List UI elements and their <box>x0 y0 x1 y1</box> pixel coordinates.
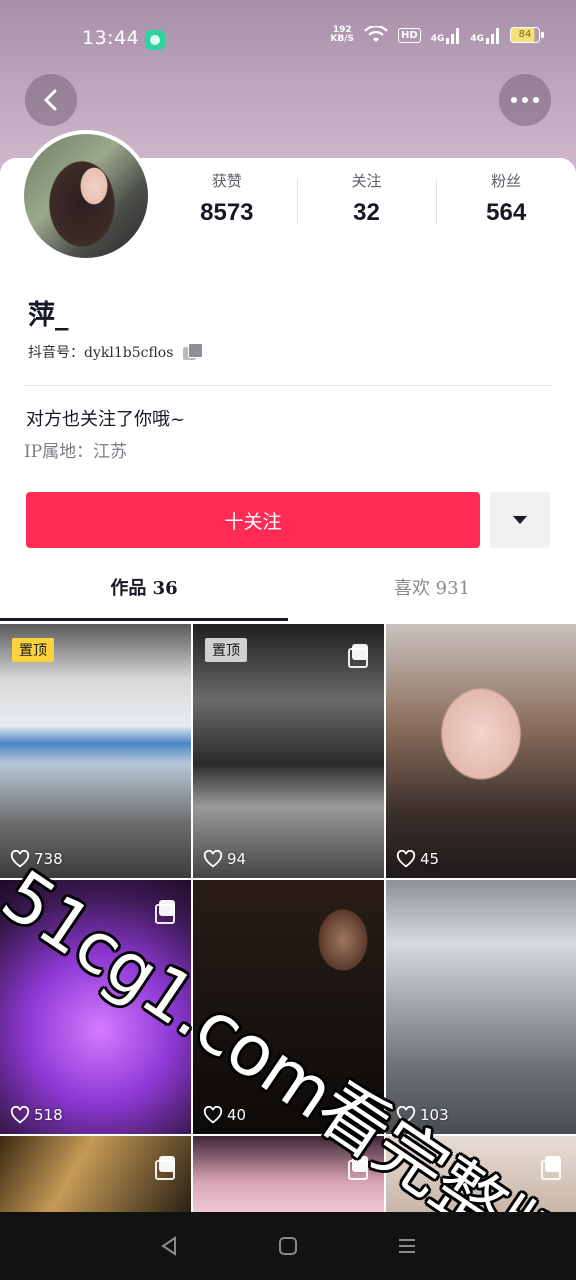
like-count: 40 <box>203 1106 246 1124</box>
more-dots-icon <box>511 97 539 103</box>
multi-image-icon <box>348 644 370 668</box>
stat-value: 32 <box>353 199 380 226</box>
signal-bars-icon <box>446 28 460 44</box>
heart-outline-icon <box>203 1106 223 1124</box>
follow-button[interactable]: 十关注 <box>26 492 480 548</box>
stat-label: 获赞 <box>211 172 242 190</box>
like-count: 738 <box>10 850 63 868</box>
tab-likes[interactable]: 喜欢 931 <box>288 560 576 622</box>
heart-outline-icon <box>396 1106 416 1124</box>
network-speed-unit: KB/S <box>330 34 355 44</box>
douyin-id-row: 抖音号：dykl1b5cflos <box>28 342 204 362</box>
multi-image-icon <box>348 1156 370 1180</box>
caret-down-icon <box>513 516 527 524</box>
status-bar: 13:44 192 KB/S HD 4G 4G 84 <box>0 0 576 76</box>
heart-outline-icon <box>203 850 223 868</box>
signal-2-label: 4G <box>470 34 484 44</box>
video-tile[interactable]: 40 <box>193 880 384 1134</box>
tab-works[interactable]: 作品 36 <box>0 560 288 622</box>
network-speed: 192 KB/S <box>330 26 354 44</box>
wifi-icon <box>364 26 388 42</box>
stat-value: 564 <box>486 199 527 226</box>
hd-voice-badge: HD <box>398 27 421 43</box>
battery-icon: 84 <box>510 27 544 43</box>
recommend-dropdown-button[interactable] <box>490 492 550 548</box>
stat-label: 关注 <box>351 172 382 190</box>
like-count-value: 94 <box>227 850 247 868</box>
video-tile[interactable] <box>0 1136 191 1212</box>
status-indicators: 192 KB/S HD 4G 4G 84 <box>330 26 544 44</box>
signal-1-label: 4G <box>430 34 445 44</box>
like-count: 518 <box>10 1106 63 1124</box>
video-tile[interactable]: 103 <box>386 880 576 1134</box>
video-tile[interactable]: 置顶 738 <box>0 624 191 878</box>
stat-followers[interactable]: 粉丝 564 <box>436 170 576 230</box>
signal-strength-2: 4G <box>470 26 500 44</box>
like-count-value: 45 <box>420 850 440 868</box>
username: 萍_ <box>28 300 69 331</box>
stat-label: 粉丝 <box>491 172 522 190</box>
stat-likes[interactable]: 获赞 8573 <box>157 170 297 230</box>
ip-location: IP属地：江苏 <box>24 442 128 462</box>
back-button[interactable] <box>25 74 77 126</box>
video-tile[interactable] <box>386 1136 576 1212</box>
status-time: 13:44 <box>82 27 140 49</box>
multi-image-icon <box>155 1156 177 1180</box>
like-count-value: 738 <box>34 850 63 868</box>
multi-image-icon <box>155 900 177 924</box>
active-tab-indicator <box>0 618 288 621</box>
more-button[interactable] <box>499 74 551 126</box>
system-navigation-bar <box>0 1212 576 1280</box>
signal-bars-icon <box>486 28 499 44</box>
back-triangle-icon[interactable] <box>158 1235 180 1257</box>
multi-image-icon <box>541 1156 563 1180</box>
video-tile[interactable] <box>193 1136 384 1212</box>
pinned-badge: 置顶 <box>205 638 247 662</box>
video-grid: 置顶 738 置顶 94 45 518 40 103 <box>0 624 576 1212</box>
home-square-icon[interactable] <box>277 1235 299 1257</box>
menu-lines-icon[interactable] <box>396 1235 418 1257</box>
stat-following[interactable]: 关注 32 <box>296 170 437 230</box>
signal-strength-1: 4G <box>431 26 461 44</box>
pinned-badge: 置顶 <box>12 638 54 662</box>
heart-outline-icon <box>10 1106 30 1124</box>
heart-outline-icon <box>396 850 416 868</box>
douyin-id: 抖音号：dykl1b5cflos <box>28 345 174 361</box>
app-notification-icon <box>145 30 165 50</box>
video-tile[interactable]: 置顶 94 <box>193 624 384 878</box>
like-count-value: 40 <box>227 1106 247 1124</box>
like-count-value: 103 <box>420 1106 449 1124</box>
like-count-value: 518 <box>34 1106 63 1124</box>
content-tabs: 作品 36 喜欢 931 <box>0 560 576 622</box>
heart-outline-icon <box>10 850 30 868</box>
avatar[interactable] <box>20 130 152 262</box>
like-count: 45 <box>396 850 439 868</box>
like-count: 94 <box>203 850 246 868</box>
chevron-left-icon <box>44 89 57 111</box>
bio-text: 对方也关注了你哦~ <box>26 409 186 430</box>
copy-icon[interactable] <box>183 343 204 361</box>
stat-value: 8573 <box>200 199 254 226</box>
like-count: 103 <box>396 1106 449 1124</box>
video-tile[interactable]: 518 <box>0 880 191 1134</box>
divider <box>24 385 552 386</box>
profile-stats: 获赞 8573 关注 32 粉丝 564 <box>157 170 576 230</box>
video-tile[interactable]: 45 <box>386 624 576 878</box>
